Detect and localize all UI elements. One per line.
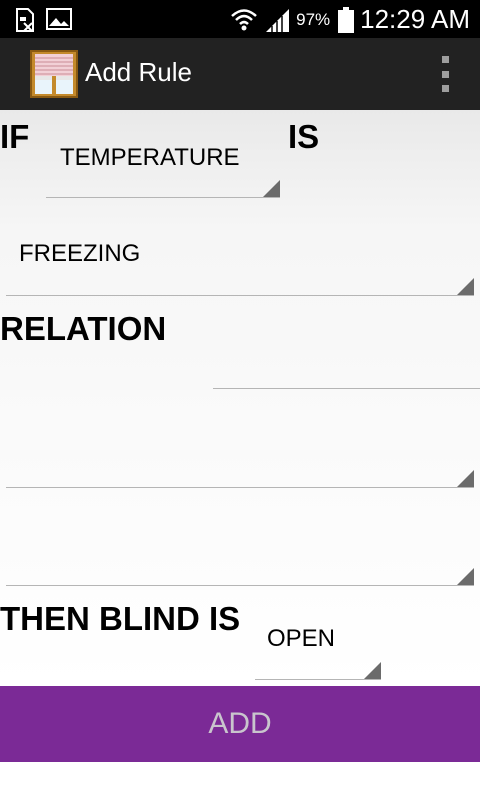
overflow-menu-icon[interactable] xyxy=(442,56,450,92)
bottom-spacer xyxy=(0,762,480,800)
sensor-spinner[interactable]: TEMPERATURE xyxy=(46,134,280,198)
dropdown-arrow-icon xyxy=(263,180,280,197)
if-label: IF xyxy=(0,118,30,155)
battery-icon xyxy=(338,6,355,33)
battery-percent: 97% xyxy=(296,9,331,29)
condition-spinner[interactable]: FREEZING xyxy=(6,230,474,296)
action-bar: Add Rule xyxy=(0,38,480,110)
dropdown-arrow-icon xyxy=(457,278,474,295)
is-label: IS xyxy=(288,118,320,155)
relation-spinner[interactable] xyxy=(213,340,480,389)
sensor-value: TEMPERATURE xyxy=(60,144,240,171)
page-title: Add Rule xyxy=(85,57,192,87)
blind-state-value: OPEN xyxy=(267,625,336,652)
window-blind-icon[interactable] xyxy=(30,50,78,98)
signal-icon xyxy=(266,8,290,32)
relation-label: RELATION xyxy=(0,310,167,347)
condition-value: FREEZING xyxy=(19,240,141,267)
sim-card-icon xyxy=(16,8,34,32)
image-icon xyxy=(46,8,72,30)
clock: 12:29 AM xyxy=(360,4,470,34)
dropdown-arrow-icon xyxy=(457,568,474,585)
then-blind-is-label: THEN BLIND IS xyxy=(0,600,241,637)
status-indicators: 97% 12:29 AM xyxy=(230,4,470,35)
dropdown-arrow-icon xyxy=(364,662,381,679)
rule-form: IF TEMPERATURE IS FREEZING RELATION THEN… xyxy=(0,110,480,686)
value-spinner[interactable] xyxy=(6,420,474,488)
dropdown-arrow-icon xyxy=(457,470,474,487)
status-bar: 97% 12:29 AM xyxy=(0,0,480,38)
status-notifications xyxy=(14,8,72,32)
secondary-value-spinner[interactable] xyxy=(6,518,474,586)
wifi-icon xyxy=(231,8,257,30)
blind-state-spinner[interactable]: OPEN xyxy=(255,610,381,680)
add-button[interactable]: ADD xyxy=(0,686,480,762)
